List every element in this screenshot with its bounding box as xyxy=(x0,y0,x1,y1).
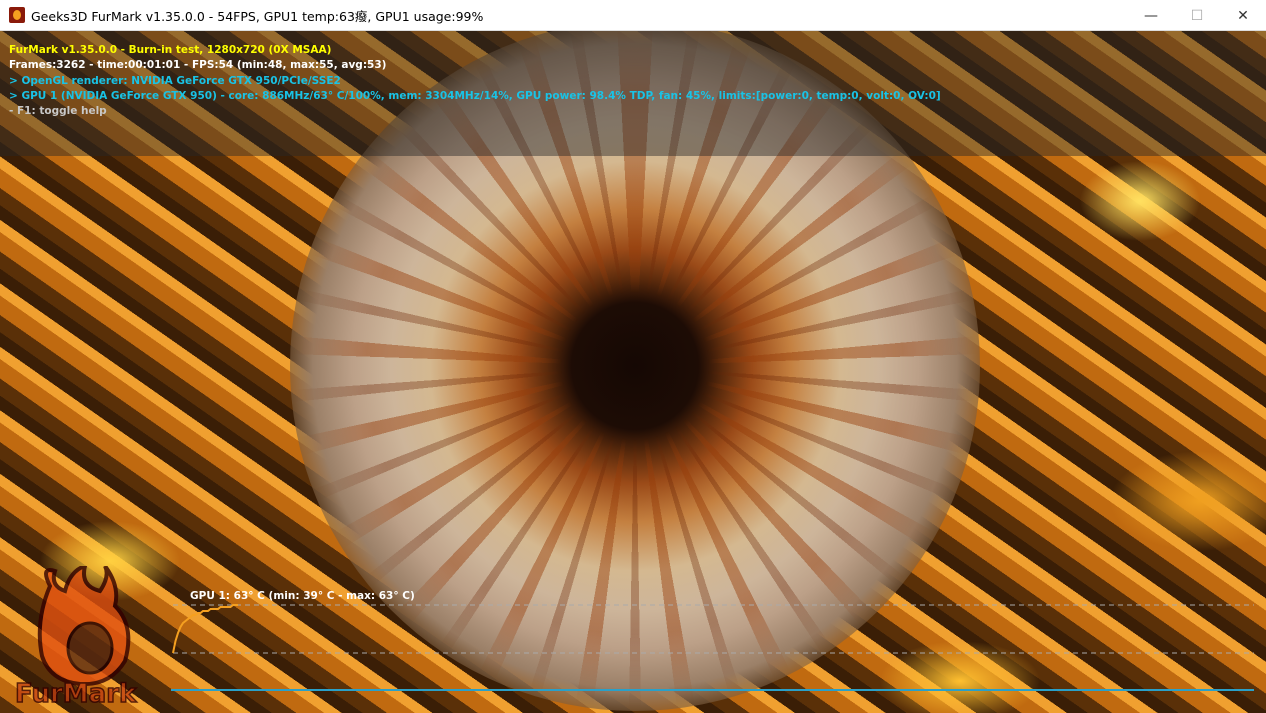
render-viewport[interactable]: FurMark v1.35.0.0 - Burn-in test, 1280x7… xyxy=(0,31,1266,713)
temperature-graph xyxy=(170,512,1254,691)
maximize-button[interactable]: ☐ xyxy=(1174,0,1220,31)
close-button[interactable]: ✕ xyxy=(1220,0,1266,31)
furmark-app-icon xyxy=(9,7,25,23)
temperature-curve xyxy=(172,604,238,654)
temperature-label: GPU 1: 63° C (min: 39° C - max: 63° C) xyxy=(190,590,415,602)
title-bar: Geeks3D FurMark v1.35.0.0 - 54FPS, GPU1 … xyxy=(0,0,1266,31)
minimize-button[interactable]: — xyxy=(1128,0,1174,31)
window-title: Geeks3D FurMark v1.35.0.0 - 54FPS, GPU1 … xyxy=(31,8,484,24)
